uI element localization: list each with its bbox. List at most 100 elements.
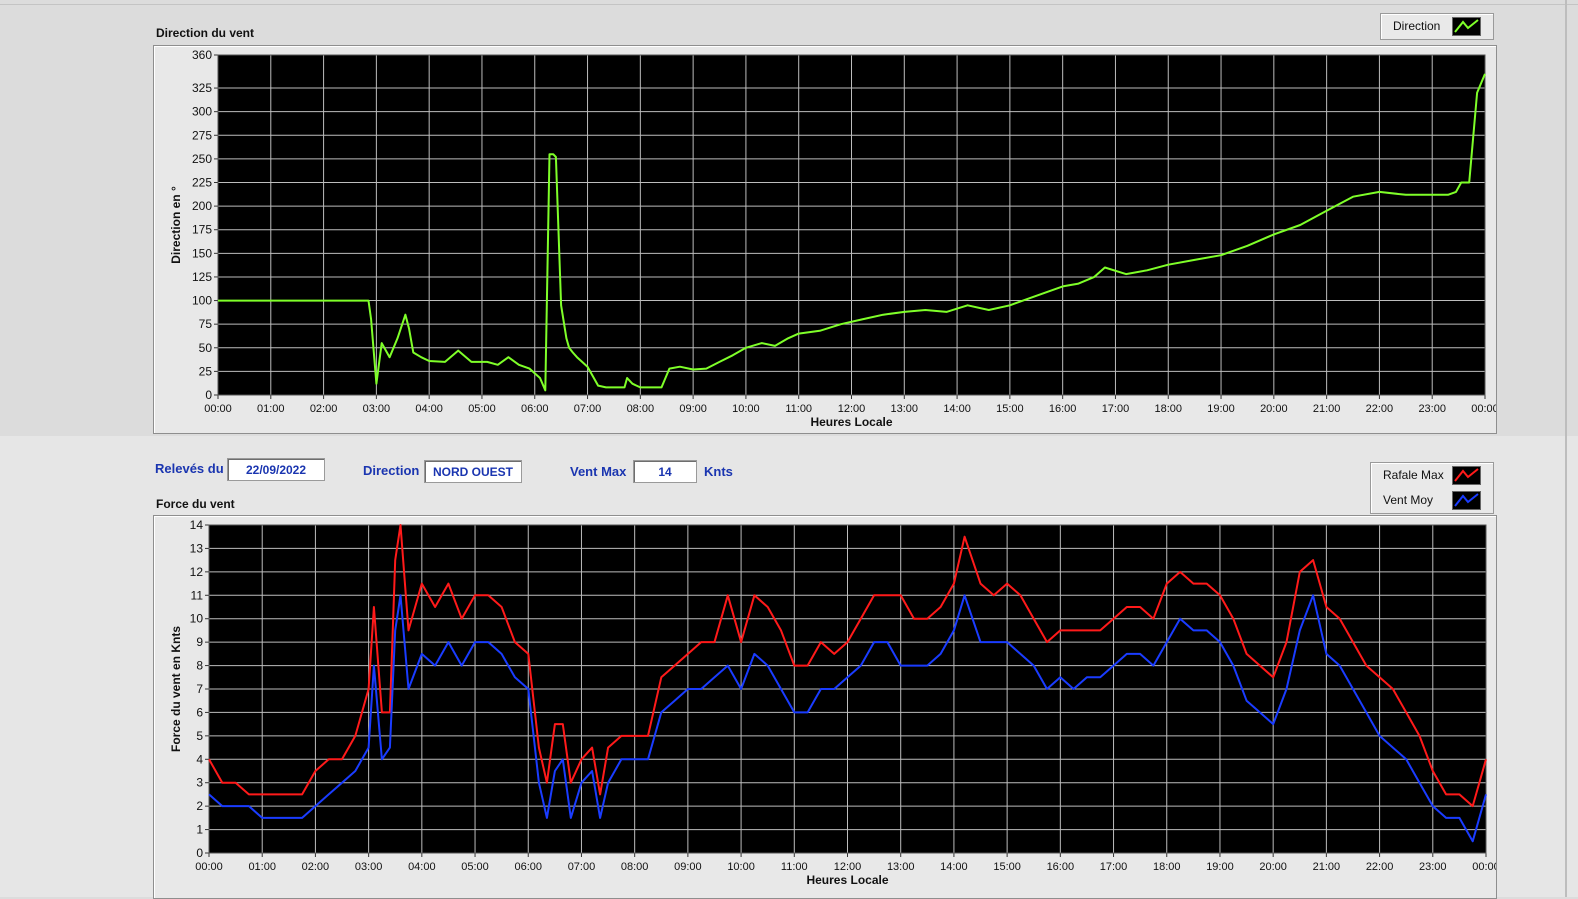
y-tick-label: 325 [192, 81, 212, 95]
legend-item-direction[interactable]: Direction [1381, 14, 1493, 38]
x-tick-label: 14:00 [940, 861, 968, 873]
x-tick-label: 12:00 [838, 403, 866, 415]
top-rule [0, 4, 1578, 5]
y-tick-label: 13 [190, 541, 204, 555]
x-tick-label: 16:00 [1047, 861, 1075, 873]
x-tick-label: 00:00 [195, 861, 223, 873]
direction-field[interactable]: NORD OUEST [424, 460, 522, 483]
x-tick-label: 04:00 [415, 403, 443, 415]
window-scroll-edge[interactable] [1565, 0, 1567, 897]
direction-legend[interactable]: Direction [1380, 13, 1494, 40]
x-tick-label: 05:00 [468, 403, 496, 415]
force-legend[interactable]: Rafale Max Vent Moy [1370, 462, 1494, 514]
y-tick-label: 275 [192, 128, 212, 142]
x-tick-label: 11:00 [785, 403, 812, 415]
x-tick-label: 05:00 [461, 861, 489, 873]
x-tick-label: 03:00 [355, 861, 383, 873]
x-tick-label: 22:00 [1366, 861, 1394, 873]
y-axis-label: Force du vent en Knts [169, 626, 183, 752]
y-tick-label: 4 [196, 752, 203, 766]
x-tick-label: 13:00 [891, 403, 919, 415]
x-tick-label: 17:00 [1102, 403, 1130, 415]
force-chart[interactable]: 00:00 01:00 02:00 03:00 04:00 05:00 06:00 07:00… [154, 516, 1496, 898]
y-tick-label: 0 [196, 846, 203, 860]
x-tick-label: 09:00 [679, 403, 707, 415]
y-tick-label: 14 [190, 518, 204, 532]
x-tick-label: 10:00 [732, 403, 760, 415]
direction-chart[interactable]: 00:00 01:00 02:00 03:00 04:00 05:00 06:00 07:00… [154, 46, 1496, 433]
x-tick-label: 02:00 [310, 403, 338, 415]
x-tick-label: 00:00 [1472, 861, 1496, 873]
y-tick-label: 50 [199, 341, 213, 355]
x-tick-label: 15:00 [996, 403, 1024, 415]
y-tick-label: 125 [192, 270, 212, 284]
x-tick-label: 01:00 [257, 403, 285, 415]
direction-chart-title: Direction du vent [156, 26, 255, 40]
y-axis-label: Direction en ° [169, 186, 183, 264]
x-tick-label: 04:00 [408, 861, 436, 873]
x-tick-label: 19:00 [1206, 861, 1234, 873]
ventmax-label: Vent Max [570, 464, 627, 479]
x-axis-label: Heures Locale [810, 415, 892, 429]
legend-item-moyen[interactable]: Vent Moy [1371, 488, 1493, 512]
x-tick-label: 15:00 [993, 861, 1021, 873]
x-tick-label: 18:00 [1153, 861, 1181, 873]
direction-chart-panel: 00:00 01:00 02:00 03:00 04:00 05:00 06:00 07:00… [153, 45, 1497, 434]
legend-label-moyen: Vent Moy [1383, 493, 1434, 507]
x-tick-label: 20:00 [1260, 403, 1288, 415]
ventmax-field[interactable]: 14 [633, 460, 697, 483]
x-tick-label: 07:00 [568, 861, 596, 873]
y-tick-label: 8 [196, 659, 203, 673]
x-tick-label: 01:00 [248, 861, 276, 873]
x-tick-label: 14:00 [943, 403, 971, 415]
x-tick-label: 16:00 [1049, 403, 1077, 415]
y-tick-label: 9 [196, 635, 203, 649]
y-tick-label: 11 [191, 588, 204, 602]
force-chart-title: Force du vent [156, 497, 235, 511]
y-tick-label: 7 [196, 682, 203, 696]
y-tick-label: 75 [199, 317, 213, 331]
y-tick-label: 150 [192, 246, 212, 260]
x-tick-label: 09:00 [674, 861, 702, 873]
y-tick-label: 300 [192, 105, 212, 119]
y-tick-label: 100 [192, 294, 212, 308]
y-tick-label: 6 [196, 705, 203, 719]
y-tick-label: 200 [192, 199, 212, 213]
x-tick-label: 08:00 [627, 403, 655, 415]
x-tick-label: 00:00 [1471, 403, 1496, 415]
line-swatch-icon [1452, 466, 1481, 485]
x-tick-label: 02:00 [302, 861, 330, 873]
y-tick-label: 2 [196, 799, 203, 813]
y-tick-label: 3 [196, 776, 203, 790]
x-tick-label: 00:00 [204, 403, 232, 415]
x-tick-label: 21:00 [1313, 861, 1341, 873]
x-tick-label: 19:00 [1207, 403, 1235, 415]
x-tick-label: 08:00 [621, 861, 649, 873]
line-swatch-icon [1452, 17, 1481, 36]
x-tick-label: 07:00 [574, 403, 602, 415]
y-tick-label: 250 [192, 152, 212, 166]
direction-label: Direction [363, 463, 420, 478]
x-tick-label: 23:00 [1418, 403, 1446, 415]
x-tick-label: 23:00 [1419, 861, 1447, 873]
line-swatch-icon [1452, 491, 1481, 510]
releves-label: Relevés du [155, 461, 224, 476]
legend-label-direction: Direction [1393, 19, 1441, 33]
x-tick-label: 18:00 [1154, 403, 1182, 415]
y-tick-label: 225 [192, 176, 212, 190]
y-tick-label: 12 [190, 565, 204, 579]
date-field[interactable]: 22/09/2022 [227, 458, 325, 481]
x-tick-label: 03:00 [363, 403, 391, 415]
x-tick-label: 17:00 [1100, 861, 1128, 873]
x-tick-label: 22:00 [1366, 403, 1394, 415]
x-axis-label: Heures Locale [806, 873, 888, 887]
force-chart-panel: 00:00 01:00 02:00 03:00 04:00 05:00 06:00 07:00… [153, 515, 1497, 899]
x-tick-label: 21:00 [1313, 403, 1341, 415]
x-tick-label: 12:00 [834, 861, 862, 873]
y-tick-label: 360 [192, 48, 212, 62]
y-tick-label: 5 [196, 729, 203, 743]
y-tick-label: 0 [205, 388, 212, 402]
ventmax-unit: Knts [704, 464, 733, 479]
legend-item-rafale[interactable]: Rafale Max [1371, 463, 1493, 487]
y-tick-label: 10 [190, 612, 204, 626]
